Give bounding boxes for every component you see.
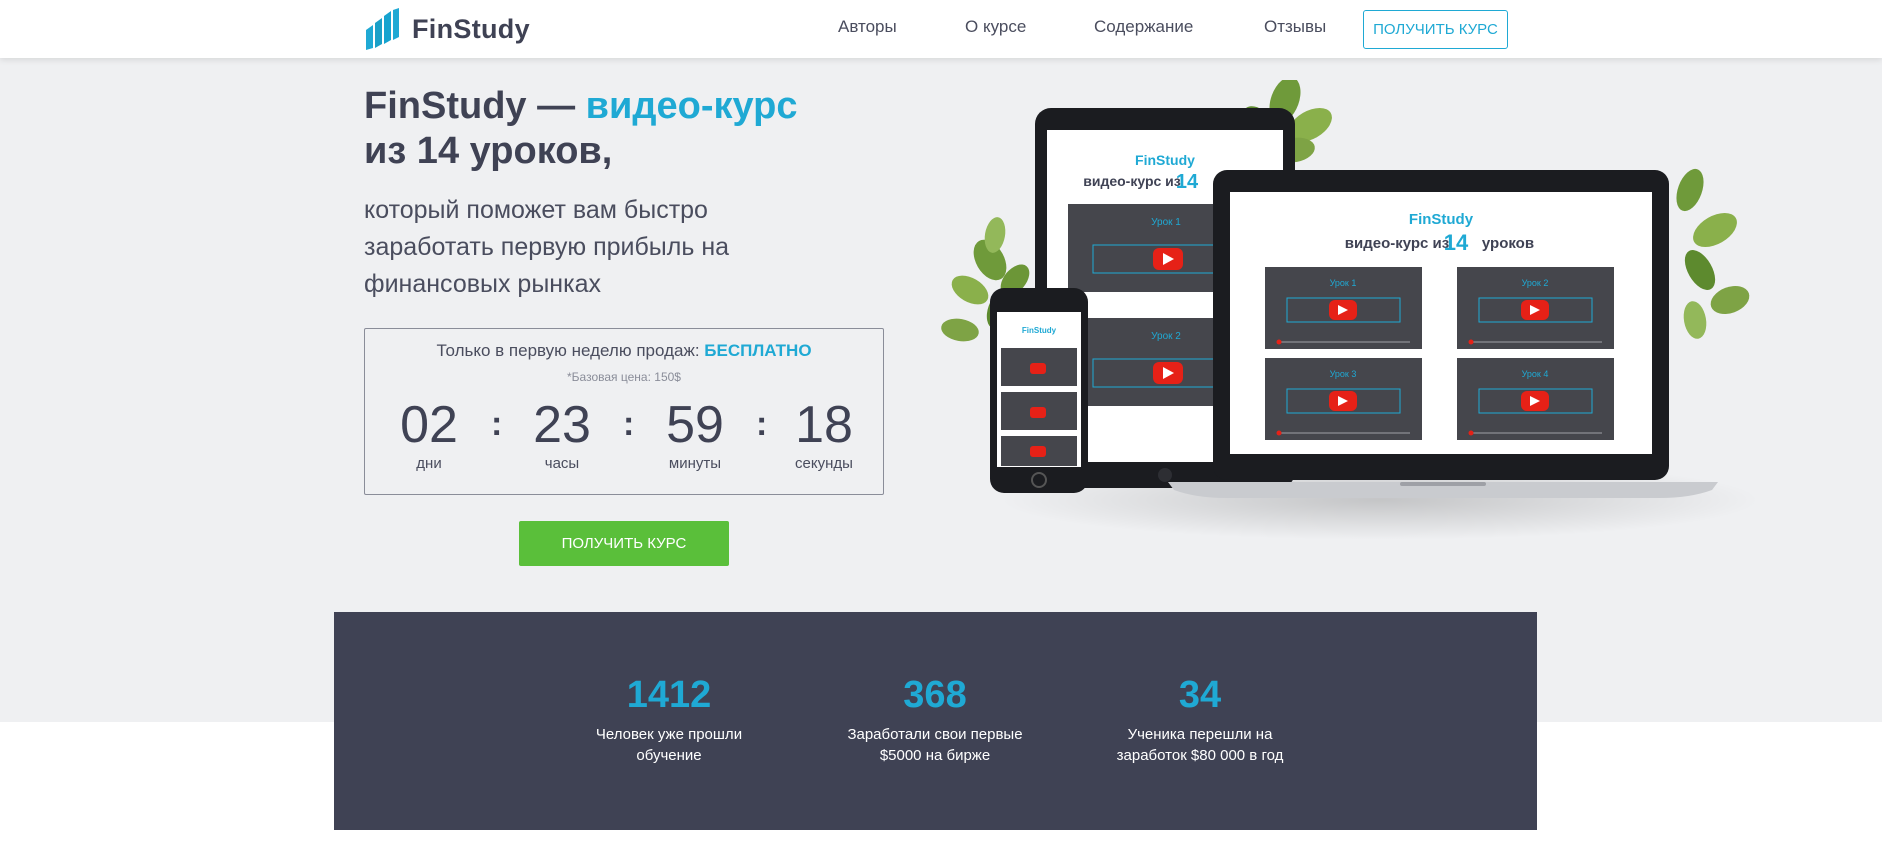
timer-days: 02 — [400, 396, 458, 454]
stat-earned: 368 Заработали свои первые $5000 на бирж… — [825, 674, 1045, 766]
stat-label: Ученика перешли на заработок $80 000 в г… — [1090, 724, 1310, 766]
devices-mockup-image: FinStudy видео-курс из 14 Урок 1 Урок 2 … — [941, 80, 1760, 540]
laptop-headline-post: уроков — [1482, 235, 1534, 252]
stat-pro: 34 Ученика перешли на заработок $80 000 … — [1090, 674, 1310, 766]
stat-label-line: Человек уже прошли — [595, 726, 743, 743]
laptop-brand: FinStudy — [1409, 211, 1474, 228]
phone-device: FinStudy — [990, 288, 1088, 493]
timer-separator: : — [623, 405, 635, 443]
laptop-headline-num: 14 — [1444, 230, 1469, 255]
laptop-lesson-title: Урок 2 — [1522, 278, 1549, 288]
timer-seconds-label: секунды — [795, 455, 853, 472]
header-get-course-button[interactable]: ПОЛУЧИТЬ КУРС — [1363, 10, 1508, 49]
tablet-lesson-title: Урок 1 — [1151, 217, 1181, 228]
laptop-lesson-title: Урок 4 — [1522, 369, 1549, 379]
nav-item-contents[interactable]: Содержание — [1094, 17, 1193, 37]
laptop-lesson-title: Урок 3 — [1330, 369, 1357, 379]
timer-days-label: дни — [416, 455, 442, 472]
stat-label: Человек уже прошли обучение — [559, 724, 779, 766]
nav-item-about[interactable]: О курсе — [965, 17, 1026, 37]
tablet-lesson-title: Урок 2 — [1151, 331, 1181, 342]
nav-item-authors[interactable]: Авторы — [838, 17, 897, 37]
laptop-lesson-title: Урок 1 — [1330, 278, 1357, 288]
timer-hours: 23 — [533, 396, 591, 454]
stat-label: Заработали свои первые $5000 на бирже — [825, 724, 1045, 766]
hero-title-line2: из 14 уроков, — [364, 130, 613, 172]
stat-label-line: Заработали свои первые — [847, 726, 1023, 743]
stat-label-line: $5000 на бирже — [879, 747, 991, 764]
hero-title-accent: видео-курс — [585, 85, 798, 127]
tablet-headline: видео-курс из — [1083, 173, 1181, 189]
site-header: FinStudy Авторы О курсе Содержание Отзыв… — [0, 0, 1882, 58]
hero-subtitle: который поможет вам быстро заработать пе… — [364, 196, 730, 298]
timer-seconds: 18 — [795, 396, 853, 454]
stats-section: 1412 Человек уже прошли обучение 368 Зар… — [334, 612, 1537, 830]
stat-value: 368 — [903, 674, 967, 716]
stat-label-line: обучение — [636, 747, 702, 764]
nav-item-reviews[interactable]: Отзывы — [1264, 17, 1326, 37]
tablet-brand: FinStudy — [1135, 152, 1195, 168]
timer-separator: : — [491, 405, 503, 443]
tablet-headline-num: 14 — [1176, 171, 1199, 193]
timer-minutes: 59 — [666, 396, 724, 454]
timer-hours-label: часы — [544, 455, 580, 472]
laptop-headline: видео-курс из — [1345, 235, 1449, 252]
laptop-device: FinStudy видео-курс из 14 уроков Урок 1 … — [1168, 170, 1718, 498]
stat-label-line: Ученика перешли на — [1127, 726, 1273, 743]
timer-minutes-label: минуты — [668, 455, 722, 472]
stat-value: 1412 — [626, 674, 712, 716]
hero-title: FinStudy — видео-курс из 14 уроков, — [364, 84, 884, 174]
phone-brand: FinStudy — [1022, 326, 1057, 335]
main-nav: Авторы О курсе Содержание Отзывы ПОЛУЧИТ… — [0, 0, 1882, 58]
plant-right-image — [1676, 168, 1750, 339]
offer-free-label: БЕСПЛАТНО — [704, 341, 812, 360]
offer-text: Только в первую неделю продаж: БЕСПЛАТНО — [365, 341, 883, 361]
timer-separator: : — [756, 405, 768, 443]
stat-value: 34 — [1178, 674, 1222, 716]
stat-graduates: 1412 Человек уже прошли обучение — [559, 674, 779, 766]
countdown-box: Только в первую неделю продаж: БЕСПЛАТНО… — [364, 328, 884, 495]
get-course-button[interactable]: ПОЛУЧИТЬ КУРС — [519, 521, 729, 566]
base-price: *Базовая цена: 150$ — [567, 370, 681, 384]
offer-text-label: Только в первую неделю продаж: — [436, 341, 705, 360]
stat-label-line: заработок $80 000 в год — [1116, 747, 1284, 764]
hero-title-brand: FinStudy — — [364, 85, 586, 127]
